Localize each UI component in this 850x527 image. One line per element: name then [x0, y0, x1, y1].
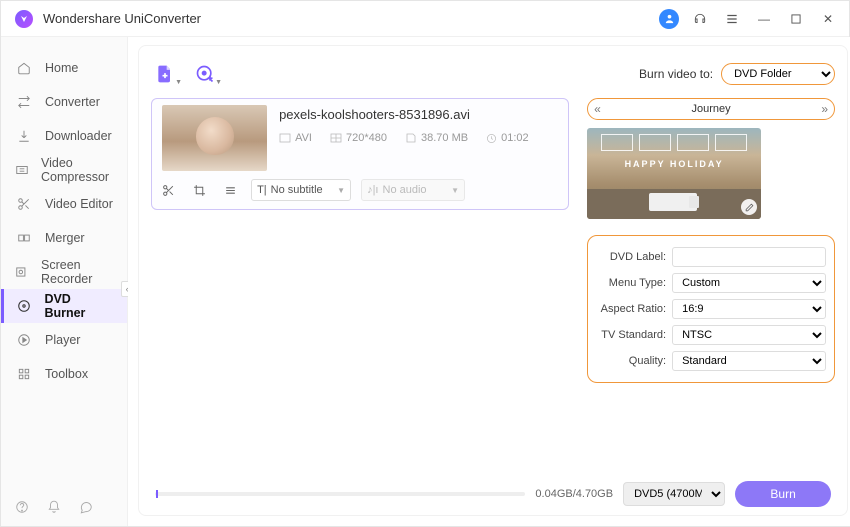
burn-button[interactable]: Burn: [735, 481, 831, 507]
converter-icon: [15, 95, 33, 109]
feedback-icon[interactable]: [79, 500, 93, 514]
play-icon: [15, 333, 33, 347]
footer: 0.04GB/4.70GB DVD5 (4700MB) Burn: [151, 477, 835, 507]
subtitle-icon: T|: [257, 184, 267, 196]
chevron-down-icon: ▼: [175, 79, 182, 86]
add-disc-button[interactable]: ▼: [191, 60, 219, 88]
disc-capacity-select[interactable]: DVD5 (4700MB): [623, 482, 725, 506]
preview-banner-text: HAPPY HOLIDAY: [587, 159, 761, 169]
sidebar-item-recorder[interactable]: Screen Recorder: [1, 255, 127, 289]
tv-standard-label: TV Standard:: [588, 329, 672, 341]
audio-select[interactable]: ♪|ı No audio▼: [361, 179, 465, 201]
disc-icon: [15, 299, 32, 313]
aspect-ratio-label: Aspect Ratio:: [588, 303, 672, 315]
user-avatar[interactable]: [659, 9, 679, 29]
home-icon: [15, 61, 33, 75]
template-navigator: « Journey »: [587, 98, 835, 120]
maximize-button[interactable]: [785, 8, 807, 30]
subtitle-select[interactable]: T| No subtitle▼: [251, 179, 351, 201]
sidebar-item-label: Downloader: [45, 129, 112, 143]
titlebar: Wondershare UniConverter — ✕: [1, 1, 849, 37]
app-logo: [15, 10, 33, 28]
template-name: Journey: [601, 103, 822, 115]
sidebar-item-editor[interactable]: Video Editor: [1, 187, 127, 221]
sidebar-item-downloader[interactable]: Downloader: [1, 119, 127, 153]
more-icon[interactable]: [224, 184, 237, 197]
trim-icon[interactable]: [162, 184, 175, 197]
next-template-button[interactable]: »: [821, 102, 828, 116]
prev-template-button[interactable]: «: [594, 102, 601, 116]
close-button[interactable]: ✕: [817, 8, 839, 30]
menu-preview[interactable]: HAPPY HOLIDAY: [587, 128, 761, 219]
dvd-label-label: DVD Label:: [588, 251, 672, 263]
grid-icon: [15, 367, 33, 381]
bell-icon[interactable]: [47, 500, 61, 514]
quality-label: Quality:: [588, 355, 672, 367]
minimize-button[interactable]: —: [753, 8, 775, 30]
download-icon: [15, 129, 33, 143]
sidebar-item-dvd-burner[interactable]: DVD Burner: [1, 289, 127, 323]
sidebar-item-home[interactable]: Home: [1, 51, 127, 85]
menu-type-select[interactable]: Custom: [672, 273, 826, 293]
sidebar: Home Converter Downloader Video Compress…: [1, 37, 128, 526]
audio-icon: ♪|ı: [367, 184, 378, 196]
compressor-icon: [15, 163, 29, 177]
sidebar-bottom-tools: [1, 488, 127, 526]
sidebar-item-label: Screen Recorder: [41, 258, 113, 286]
quality-select[interactable]: Standard: [672, 351, 826, 371]
dvd-label-input[interactable]: [672, 247, 826, 267]
capacity-bar: [155, 492, 525, 496]
toolbar: ▼ ▼ Burn video to: DVD Folder: [151, 56, 835, 92]
sidebar-item-label: Video Editor: [45, 197, 113, 211]
file-name: pexels-koolshooters-8531896.avi: [279, 107, 558, 122]
menu-type-label: Menu Type:: [588, 277, 672, 289]
merger-icon: [15, 231, 33, 245]
edit-preview-icon[interactable]: [741, 199, 757, 215]
sidebar-item-label: DVD Burner: [44, 292, 113, 320]
dvd-settings-panel: DVD Label: Menu Type: Custom Aspect Rati…: [587, 235, 835, 383]
sidebar-item-label: Video Compressor: [41, 156, 113, 184]
sidebar-item-label: Toolbox: [45, 367, 88, 381]
aspect-ratio-select[interactable]: 16:9: [672, 299, 826, 319]
chevron-down-icon: ▼: [215, 79, 222, 86]
video-thumbnail[interactable]: [162, 105, 267, 171]
sidebar-item-toolbox[interactable]: Toolbox: [1, 357, 127, 391]
sidebar-item-label: Player: [45, 333, 80, 347]
file-card[interactable]: pexels-koolshooters-8531896.avi AVI 720*…: [151, 98, 569, 210]
crop-icon[interactable]: [193, 184, 206, 197]
sidebar-item-merger[interactable]: Merger: [1, 221, 127, 255]
add-file-button[interactable]: ▼: [151, 60, 179, 88]
burn-to-label: Burn video to:: [639, 67, 713, 81]
tv-standard-select[interactable]: NTSC: [672, 325, 826, 345]
sidebar-item-label: Converter: [45, 95, 100, 109]
sidebar-item-player[interactable]: Player: [1, 323, 127, 357]
sidebar-item-label: Merger: [45, 231, 85, 245]
help-icon[interactable]: [15, 500, 29, 514]
recorder-icon: [15, 265, 29, 279]
support-icon[interactable]: [689, 8, 711, 30]
sidebar-item-label: Home: [45, 61, 78, 75]
file-meta: AVI 720*480 38.70 MB 01:02: [279, 132, 558, 144]
menu-icon[interactable]: [721, 8, 743, 30]
capacity-text: 0.04GB/4.70GB: [535, 488, 613, 500]
sidebar-item-compressor[interactable]: Video Compressor: [1, 153, 127, 187]
scissors-icon: [15, 197, 33, 211]
app-title: Wondershare UniConverter: [43, 11, 201, 26]
sidebar-item-converter[interactable]: Converter: [1, 85, 127, 119]
burn-to-select[interactable]: DVD Folder: [721, 63, 835, 85]
